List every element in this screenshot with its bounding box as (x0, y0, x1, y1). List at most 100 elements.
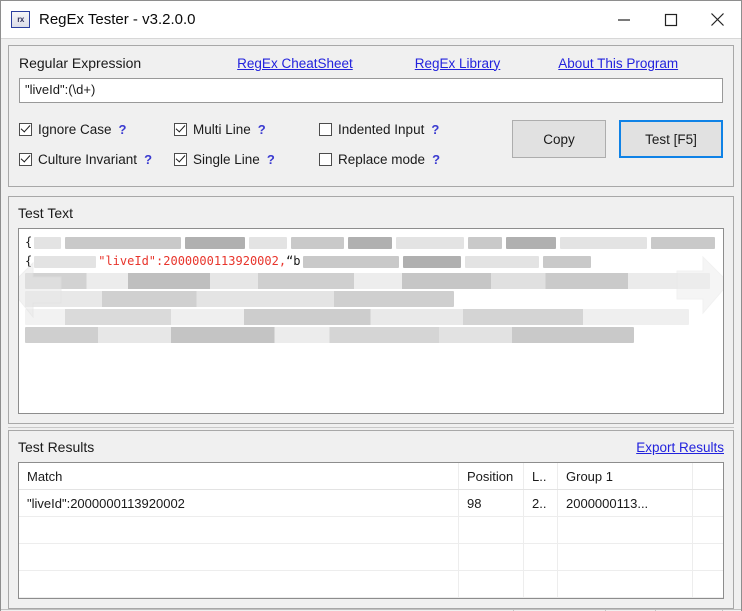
link-export-results[interactable]: Export Results (636, 440, 724, 455)
table-row[interactable]: "liveId":2000000113920002 98 2.. 2000000… (19, 490, 723, 517)
test-text-line2-prefix: { (25, 254, 33, 268)
test-text-line1-prefix: { (25, 235, 33, 249)
redacted-block (291, 236, 344, 249)
option-label-replace-mode: Replace mode (338, 151, 426, 167)
results-header-row: Test Results Export Results (18, 439, 724, 455)
option-label-multi-line: Multi Line (193, 121, 251, 137)
column-header-match[interactable]: Match (19, 463, 459, 489)
regex-tester-window: rx RegEx Tester - v3.2.0.0 Regular Expre… (0, 0, 742, 611)
cell-length (524, 571, 558, 597)
table-row-empty[interactable] (19, 544, 723, 571)
redacted-block (34, 255, 97, 268)
maximize-button[interactable] (647, 1, 694, 38)
redacted-block (402, 255, 461, 268)
window-controls (600, 1, 741, 38)
option-label-ignore-case: Ignore Case (38, 121, 112, 137)
redacted-line-band (25, 309, 690, 325)
close-icon (711, 13, 724, 26)
cell-group-1 (558, 544, 693, 570)
app-icon-text: rx (17, 15, 24, 24)
link-regex-library[interactable]: RegEx Library (415, 56, 501, 71)
test-text-input[interactable]: { { "liveId":2000000113920002, “b (18, 228, 724, 414)
cell-position (459, 517, 524, 543)
cell-group-1 (558, 517, 693, 543)
link-regex-cheatsheet[interactable]: RegEx CheatSheet (237, 56, 353, 71)
redacted-block (464, 255, 539, 268)
option-replace-mode[interactable]: Replace mode ? (319, 152, 479, 167)
regex-action-buttons: Copy Test [F5] (512, 114, 723, 158)
test-results-label: Test Results (18, 439, 95, 455)
cell-group-1: 2000000113... (558, 490, 693, 516)
redacted-line-band (25, 291, 455, 307)
redacted-block (347, 236, 392, 249)
cell-position (459, 544, 524, 570)
redacted-block (302, 255, 399, 268)
cell-match (19, 544, 459, 570)
help-icon-indented-input[interactable]: ? (431, 122, 439, 137)
help-icon-multi-line[interactable]: ? (258, 122, 266, 137)
regex-options-grid: Ignore Case ? Multi Line ? Indented Inpu… (19, 114, 479, 174)
checkbox-culture-invariant[interactable] (19, 152, 32, 166)
link-about-this-program[interactable]: About This Program (558, 56, 678, 71)
cell-position: 98 (459, 490, 524, 516)
test-results-panel: Test Results Export Results Match Positi… (8, 430, 734, 609)
maximize-icon (664, 13, 677, 26)
test-text-line2-suffix: “b (286, 254, 301, 268)
option-indented-input[interactable]: Indented Input ? (319, 122, 479, 137)
checkbox-ignore-case[interactable] (19, 122, 32, 136)
option-single-line[interactable]: Single Line ? (174, 152, 319, 167)
redacted-block (395, 236, 464, 249)
redacted-line-band (25, 327, 634, 343)
regex-options-area: Ignore Case ? Multi Line ? Indented Inpu… (19, 114, 723, 174)
cell-match: "liveId":2000000113920002 (19, 490, 459, 516)
cell-filler (693, 490, 723, 516)
copy-button[interactable]: Copy (512, 120, 606, 158)
panel-splitter[interactable] (8, 427, 734, 428)
redacted-block (65, 236, 182, 249)
results-grid[interactable]: Match Position L.. Group 1 "liveId":2000… (18, 462, 724, 599)
cell-match (19, 517, 459, 543)
cell-length (524, 517, 558, 543)
checkbox-single-line[interactable] (174, 152, 187, 166)
test-button[interactable]: Test [F5] (619, 120, 723, 158)
test-text-line-2: { "liveId":2000000113920002, “b (25, 252, 717, 271)
redacted-block (651, 236, 715, 249)
column-header-group-1[interactable]: Group 1 (558, 463, 693, 489)
table-row-empty[interactable] (19, 517, 723, 544)
checkbox-indented-input[interactable] (319, 122, 332, 136)
cell-group-1 (558, 571, 693, 597)
option-ignore-case[interactable]: Ignore Case ? (19, 122, 174, 137)
help-icon-replace-mode[interactable]: ? (432, 152, 440, 167)
minimize-icon (617, 18, 630, 21)
regex-header-row: Regular Expression RegEx CheatSheet RegE… (19, 55, 723, 71)
close-button[interactable] (694, 1, 741, 38)
match-highlight: "liveId":2000000113920002, (98, 254, 287, 268)
cell-filler (693, 544, 723, 570)
test-text-panel: Test Text { { "liveId":2000000113920002,… (8, 196, 734, 424)
help-icon-ignore-case[interactable]: ? (119, 122, 127, 137)
cell-length: 2.. (524, 490, 558, 516)
test-text-label: Test Text (18, 205, 73, 221)
redacted-block (185, 236, 245, 249)
cell-match (19, 571, 459, 597)
results-header: Match Position L.. Group 1 (19, 463, 723, 490)
column-header-length[interactable]: L.. (524, 463, 558, 489)
test-text-line-1: { (25, 233, 717, 252)
table-row-empty[interactable] (19, 571, 723, 598)
column-header-position[interactable]: Position (459, 463, 524, 489)
minimize-button[interactable] (600, 1, 647, 38)
regular-expression-panel: Regular Expression RegEx CheatSheet RegE… (8, 45, 734, 187)
checkbox-multi-line[interactable] (174, 122, 187, 136)
regex-input[interactable]: "liveId":(\d+) (19, 78, 723, 103)
rx-app-icon: rx (11, 11, 30, 28)
checkbox-replace-mode[interactable] (319, 152, 332, 166)
cell-length (524, 544, 558, 570)
option-culture-invariant[interactable]: Culture Invariant ? (19, 152, 174, 167)
option-multi-line[interactable]: Multi Line ? (174, 122, 319, 137)
cell-filler (693, 571, 723, 597)
redacted-block (248, 236, 288, 249)
redacted-block (506, 236, 557, 249)
redacted-block (467, 236, 503, 249)
help-icon-culture-invariant[interactable]: ? (144, 152, 152, 167)
help-icon-single-line[interactable]: ? (267, 152, 275, 167)
